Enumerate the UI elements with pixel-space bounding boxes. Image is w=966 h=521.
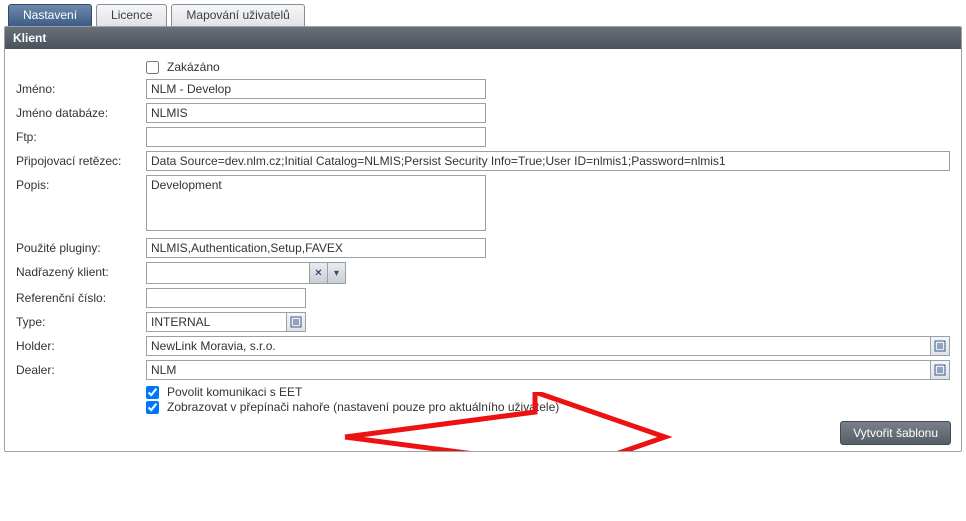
close-icon: ✕	[314, 268, 322, 279]
label-ftp: Ftp:	[13, 125, 143, 149]
textarea-popis[interactable]: Development	[146, 175, 486, 231]
input-dealer[interactable]	[146, 360, 930, 380]
label-parent: Nadřazený klient:	[13, 260, 143, 286]
label-plugins: Použité pluginy:	[13, 236, 143, 260]
disabled-label: Zakázáno	[167, 60, 220, 74]
input-refnum[interactable]	[146, 288, 306, 308]
tab-user-mapping[interactable]: Mapování uživatelů	[171, 4, 304, 26]
client-panel: Klient Zakázáno Jméno: Jméno databáz	[4, 26, 962, 452]
input-type[interactable]	[146, 312, 286, 332]
input-db[interactable]	[146, 103, 486, 123]
label-jmeno: Jméno:	[13, 77, 143, 101]
picker-dealer[interactable]	[930, 360, 950, 380]
input-holder[interactable]	[146, 336, 930, 356]
combo-parent-clear[interactable]: ✕	[309, 263, 327, 283]
disabled-checkbox[interactable]	[146, 61, 159, 74]
create-template-button[interactable]: Vytvořit šablonu	[840, 421, 951, 445]
switcher-checkbox-row[interactable]: Zobrazovat v přepínači nahoře (nastavení…	[146, 400, 950, 414]
label-dealer: Dealer:	[13, 358, 143, 382]
panel-title: Klient	[5, 27, 961, 49]
combo-parent[interactable]: ✕ ▾	[146, 262, 346, 284]
list-icon	[934, 340, 946, 352]
label-refnum: Referenční číslo:	[13, 286, 143, 310]
input-ftp[interactable]	[146, 127, 486, 147]
switcher-label: Zobrazovat v přepínači nahoře (nastavení…	[167, 400, 559, 414]
chevron-down-icon: ▾	[334, 268, 339, 279]
label-popis: Popis:	[13, 173, 143, 236]
combo-parent-dropdown[interactable]: ▾	[327, 263, 345, 283]
input-plugins[interactable]	[146, 238, 486, 258]
tab-license[interactable]: Licence	[96, 4, 167, 26]
picker-type[interactable]	[286, 312, 306, 332]
list-icon	[934, 364, 946, 376]
list-icon	[290, 316, 302, 328]
label-type: Type:	[13, 310, 143, 334]
label-conn: Připojovací retězec:	[13, 149, 143, 173]
eet-label: Povolit komunikaci s EET	[167, 385, 302, 399]
eet-checkbox[interactable]	[146, 386, 159, 399]
input-jmeno[interactable]	[146, 79, 486, 99]
label-holder: Holder:	[13, 334, 143, 358]
label-db: Jméno databáze:	[13, 101, 143, 125]
tab-bar: Nastavení Licence Mapování uživatelů	[4, 4, 962, 26]
switcher-checkbox[interactable]	[146, 401, 159, 414]
combo-parent-input[interactable]	[147, 263, 309, 283]
eet-checkbox-row[interactable]: Povolit komunikaci s EET	[146, 385, 950, 399]
input-conn[interactable]	[146, 151, 950, 171]
disabled-checkbox-row[interactable]: Zakázáno	[146, 60, 950, 74]
tab-settings[interactable]: Nastavení	[8, 4, 92, 26]
picker-holder[interactable]	[930, 336, 950, 356]
